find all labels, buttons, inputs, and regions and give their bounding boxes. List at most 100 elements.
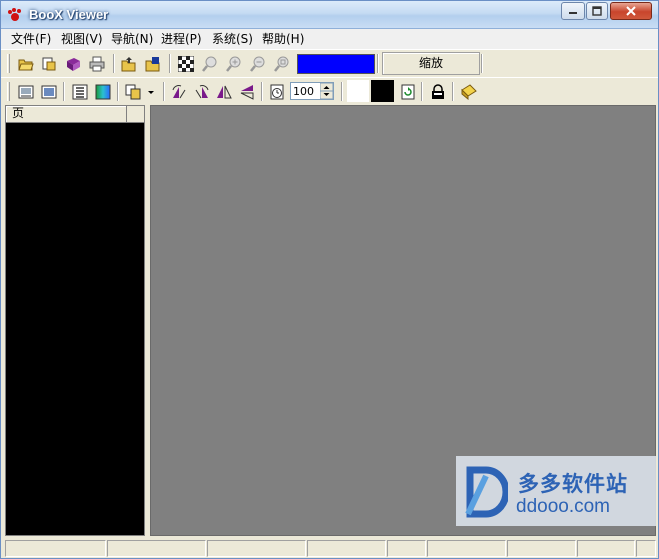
timer-button[interactable] [267, 82, 287, 102]
flip-horizontal-button[interactable] [237, 82, 257, 102]
flip-horizontal-icon [240, 85, 254, 100]
status-cell [427, 540, 506, 557]
toolbar-separator [63, 82, 65, 101]
fullscreen-icon [41, 85, 57, 99]
zoom-in-icon [226, 56, 241, 72]
toolbar-grip[interactable] [7, 82, 10, 101]
window-title: BooX Viewer [29, 7, 109, 22]
dropdown-arrow-icon [148, 91, 154, 94]
color-picker[interactable] [297, 54, 375, 74]
menu-navigate[interactable]: 导航(N) [109, 31, 155, 47]
refresh-icon [401, 84, 415, 100]
copy-pages-button[interactable] [123, 82, 143, 102]
menu-view[interactable]: 视图(V) [59, 31, 105, 47]
menu-process[interactable]: 进程(P) [159, 31, 204, 47]
page-list-header: 页 [6, 106, 144, 123]
single-page-button[interactable] [16, 82, 36, 102]
title-bar[interactable]: BooX Viewer [1, 1, 658, 29]
book-button[interactable] [63, 54, 83, 74]
gradient-button[interactable] [93, 82, 113, 102]
zoom-fit-button[interactable] [272, 54, 292, 74]
gradient-icon [95, 84, 111, 100]
status-cell [577, 540, 635, 557]
toolbar-separator [481, 54, 483, 73]
resize-grip[interactable] [636, 540, 656, 557]
zoom-icon [202, 56, 217, 72]
watermark-url: ddooo.com [516, 496, 611, 517]
interval-spinner[interactable] [320, 83, 333, 99]
status-bar [1, 538, 658, 558]
ddooo-logo-icon [465, 466, 508, 518]
timer-icon [270, 84, 284, 100]
status-cell [207, 540, 306, 557]
print-button[interactable] [87, 54, 107, 74]
lock-icon [432, 84, 444, 99]
toolbar-separator [169, 54, 171, 73]
notes-icon [461, 84, 477, 100]
toolbar-separator [421, 82, 423, 101]
minimize-button[interactable] [561, 2, 585, 20]
status-cell [107, 540, 206, 557]
flip-vertical-button[interactable] [214, 82, 234, 102]
status-cell [5, 540, 106, 557]
checker-icon [178, 56, 194, 72]
copy-pages-dropdown[interactable] [145, 82, 157, 102]
open-file-icon [42, 57, 56, 71]
restore-button[interactable] [586, 2, 608, 20]
zoom-button-label[interactable]: 缩放 [382, 52, 480, 75]
page-list-panel[interactable]: 页 [5, 105, 145, 536]
status-cell [387, 540, 426, 557]
book-icon [67, 58, 80, 71]
thumbnails-icon [72, 84, 88, 100]
toolbar-separator [163, 82, 165, 101]
toolbar-separator [452, 82, 454, 101]
zoom-out-button[interactable] [248, 54, 268, 74]
paw-icon [8, 8, 21, 21]
toolbar-separator [377, 54, 379, 73]
close-button[interactable] [610, 2, 652, 20]
page-column-header[interactable]: 页 [6, 106, 127, 122]
menu-file[interactable]: 文件(F) [9, 31, 53, 47]
rotate-right-icon [195, 85, 209, 99]
thumbnails-button[interactable] [70, 82, 90, 102]
folder-up-button[interactable] [119, 54, 139, 74]
folder-export-button[interactable] [143, 54, 163, 74]
menu-bar: 文件(F) 视图(V) 导航(N) 进程(P) 系统(S) 帮助(H) [1, 29, 658, 49]
lock-button[interactable] [428, 82, 448, 102]
notes-button[interactable] [459, 82, 479, 102]
open-folder-button[interactable] [16, 54, 36, 74]
rotate-right-button[interactable] [192, 82, 212, 102]
watermark-cn-text: 多多软件站 [518, 472, 628, 496]
flip-vertical-icon [217, 85, 232, 99]
foreground-swatch[interactable] [347, 80, 369, 102]
open-folder-icon [18, 59, 34, 71]
app-window: BooX Viewer 文件(F) 视图(V) 导航(N) 进程(P) 系统(S… [0, 0, 659, 559]
toolbar-grip[interactable] [7, 54, 10, 73]
close-icon [626, 6, 636, 16]
zoom-in-button[interactable] [224, 54, 244, 74]
open-file-button[interactable] [39, 54, 59, 74]
watermark: 多多软件站 ddooo.com [456, 456, 656, 526]
menu-system[interactable]: 系统(S) [210, 31, 255, 47]
status-cell [307, 540, 386, 557]
menu-help[interactable]: 帮助(H) [260, 31, 306, 47]
copy-pages-icon [125, 84, 141, 100]
zoom-fit-icon [274, 56, 289, 72]
fullscreen-button[interactable] [39, 82, 59, 102]
single-page-icon [18, 85, 34, 99]
refresh-button[interactable] [398, 82, 418, 102]
zoom-button[interactable] [200, 54, 220, 74]
checker-button[interactable] [176, 54, 196, 74]
rotate-left-icon [172, 85, 186, 99]
restore-icon [592, 6, 602, 16]
toolbar-separator [113, 54, 115, 73]
toolbar-separator [261, 82, 263, 101]
folder-export-icon [145, 57, 160, 72]
toolbar-separator [117, 82, 119, 101]
status-cell [507, 540, 576, 557]
rotate-left-button[interactable] [169, 82, 189, 102]
toolbar-separator [341, 82, 343, 101]
background-swatch[interactable] [371, 80, 394, 102]
folder-up-icon [121, 57, 136, 72]
zoom-out-icon [250, 56, 265, 72]
